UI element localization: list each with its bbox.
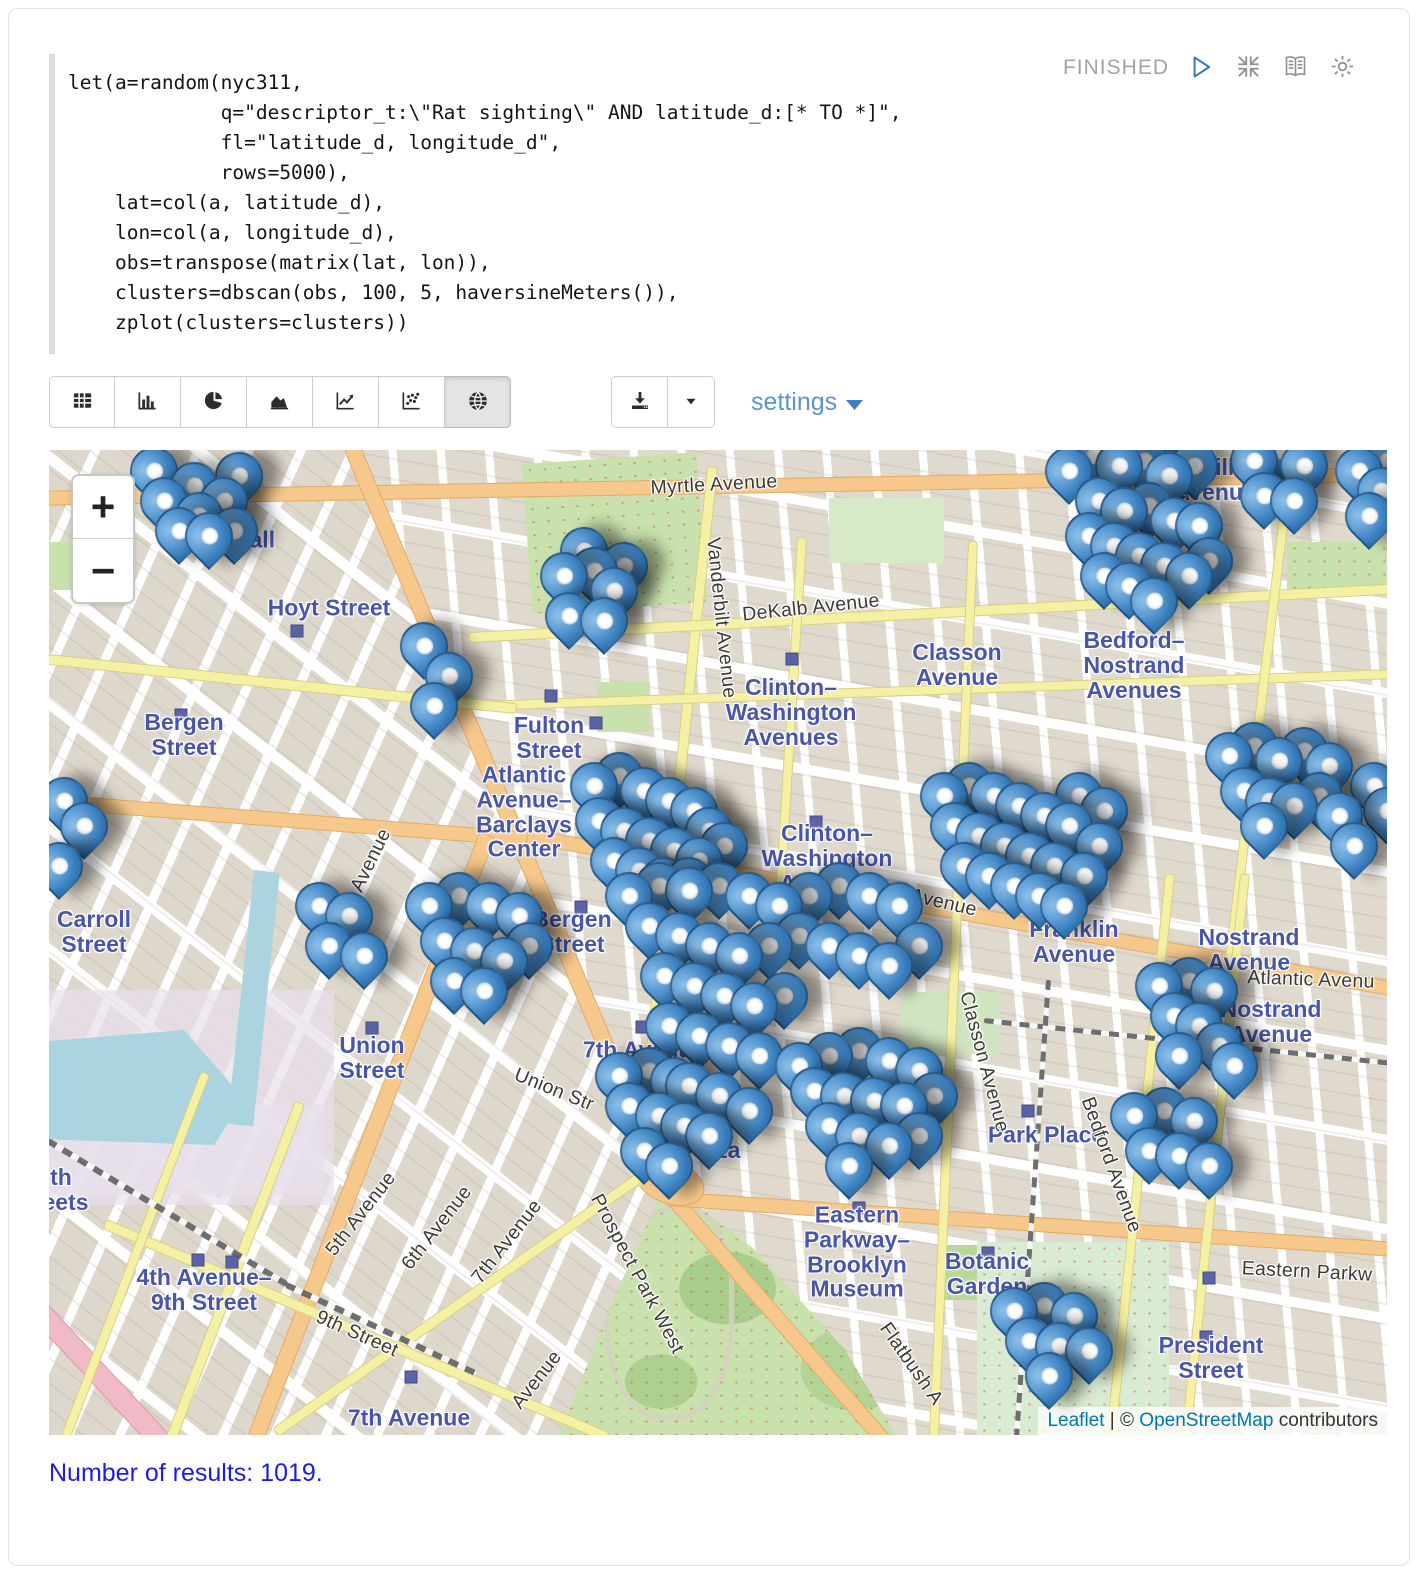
- map-globe-icon: [466, 389, 490, 416]
- subway-station-square: [590, 717, 603, 730]
- bar-chart-icon: [136, 389, 159, 415]
- pie-chart-icon: [202, 389, 225, 415]
- chart-type-area-button[interactable]: [247, 376, 313, 428]
- copyright-symbol: ©: [1120, 1410, 1134, 1431]
- run-button[interactable]: [1186, 53, 1216, 83]
- download-icon: [628, 389, 652, 416]
- subway-station-square: [1203, 1272, 1216, 1285]
- attribution-suffix: contributors: [1279, 1410, 1378, 1431]
- chart-type-line-button[interactable]: [313, 376, 379, 428]
- chart-type-pie-button[interactable]: [181, 376, 247, 428]
- zeppelin-paragraph-card: FINISHED let(a=random(nyc311, q="descrip…: [8, 8, 1410, 1566]
- line-chart-icon: [334, 389, 357, 415]
- subway-station-square: [291, 625, 304, 638]
- subway-station-square: [1200, 1331, 1213, 1344]
- area-chart-icon: [268, 389, 291, 415]
- subway-station-square: [366, 1022, 379, 1035]
- subway-station-square: [545, 690, 558, 703]
- chart-type-table-button[interactable]: [49, 376, 115, 428]
- settings-label: settings: [751, 388, 837, 417]
- chart-type-bar-button[interactable]: [115, 376, 181, 428]
- subway-station-square: [405, 1371, 418, 1384]
- subway-station-square: [575, 901, 588, 914]
- south-oxford-park: [597, 682, 649, 732]
- settings-caret-icon: [846, 388, 863, 417]
- subway-station-square: [786, 653, 799, 666]
- play-icon: [1187, 53, 1215, 84]
- subway-station-square: [810, 816, 823, 829]
- gear-icon: [1329, 53, 1356, 83]
- zoom-out-button[interactable]: −: [73, 539, 133, 602]
- leaflet-map[interactable]: Hoyt StreetBergenStreetFultonStreetClint…: [49, 450, 1387, 1435]
- clinton-hill-green: [829, 498, 944, 563]
- leaflet-link[interactable]: Leaflet: [1047, 1410, 1104, 1431]
- chart-type-scatter-button[interactable]: [379, 376, 445, 428]
- subway-station-square: [226, 1256, 239, 1269]
- paragraph-settings-button[interactable]: [1327, 53, 1357, 83]
- chart-type-group: [49, 376, 511, 428]
- result-toolbar: settings: [49, 376, 1369, 428]
- settings-toggle[interactable]: settings: [751, 388, 863, 417]
- zoom-in-button[interactable]: +: [73, 476, 133, 539]
- subway-station-square: [853, 1202, 866, 1215]
- download-group: [611, 376, 715, 428]
- paragraph-status-row: FINISHED: [1063, 53, 1357, 83]
- map-zoom-control: + −: [71, 474, 135, 604]
- results-count: Number of results: 1019.: [49, 1459, 1369, 1488]
- chart-type-map-button[interactable]: [445, 376, 511, 428]
- download-options-button[interactable]: [668, 376, 715, 428]
- code-text[interactable]: let(a=random(nyc311, q="descriptor_t:\"R…: [68, 68, 1369, 338]
- caret-down-icon: [681, 391, 701, 414]
- collapse-button[interactable]: [1233, 53, 1263, 83]
- code-editor[interactable]: let(a=random(nyc311, q="descriptor_t:\"R…: [49, 54, 1369, 354]
- subway-station-square: [1022, 1105, 1035, 1118]
- subway-station-square: [192, 1254, 205, 1267]
- subway-station-square: [982, 1247, 995, 1260]
- attribution-separator: |: [1110, 1410, 1115, 1431]
- shrink-icon: [1235, 53, 1262, 83]
- scatter-plot-icon: [400, 389, 423, 415]
- openstreetmap-link[interactable]: OpenStreetMap: [1139, 1410, 1273, 1431]
- book-icon: [1282, 53, 1309, 83]
- map-attribution: Leaflet | © OpenStreetMap contributors: [1038, 1407, 1387, 1435]
- paragraph-status: FINISHED: [1063, 56, 1169, 80]
- subway-station-square: [175, 709, 188, 722]
- table-icon: [71, 389, 94, 415]
- editor-toggle-button[interactable]: [1280, 53, 1310, 83]
- download-button[interactable]: [611, 376, 668, 428]
